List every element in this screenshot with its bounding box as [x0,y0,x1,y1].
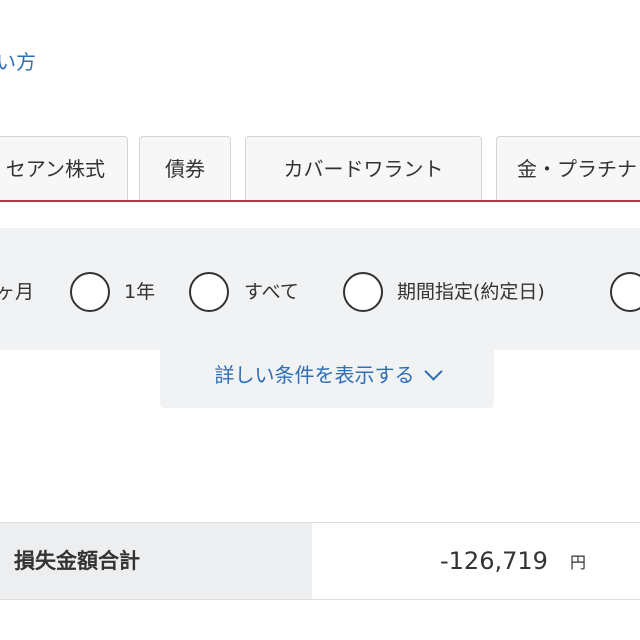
radio-custom-period[interactable] [343,272,383,312]
currency-unit: 円 [570,553,587,572]
tab-asean-stocks[interactable]: セアン株式 [0,136,128,200]
tab-bonds[interactable]: 債券 [139,136,231,200]
chevron-down-icon [423,362,443,381]
tab-gold-platinum[interactable]: 金・プラチナ [496,136,640,200]
page: い方 セアン株式 債券 カバードワラント 金・プラチナ ヶ月 1年 すべて 期間… [0,0,640,640]
radio-label-months: ヶ月 [0,281,35,303]
tab-covered-warrant[interactable]: カバードワラント [245,136,482,200]
total-loss-value-cell: -126,719 円 [312,523,640,599]
total-loss-amount: -126,719 [440,547,548,575]
detail-toggle-label: 詳しい条件を表示する [214,363,415,387]
radio-label-1-year: 1年 [124,281,156,303]
total-loss-label: 損失金額合計 [0,523,312,599]
loss-summary-row: 損失金額合計 -126,719 円 [0,522,640,600]
tab-bar-underline [0,200,640,202]
radio-all[interactable] [189,272,229,312]
usage-guide-link[interactable]: い方 [0,46,36,75]
radio-1-year[interactable] [70,272,110,312]
show-detailed-conditions-button[interactable]: 詳しい条件を表示する [160,348,494,408]
radio-label-custom-period: 期間指定(約定日) [397,281,545,303]
radio-label-all: すべて [244,281,299,303]
